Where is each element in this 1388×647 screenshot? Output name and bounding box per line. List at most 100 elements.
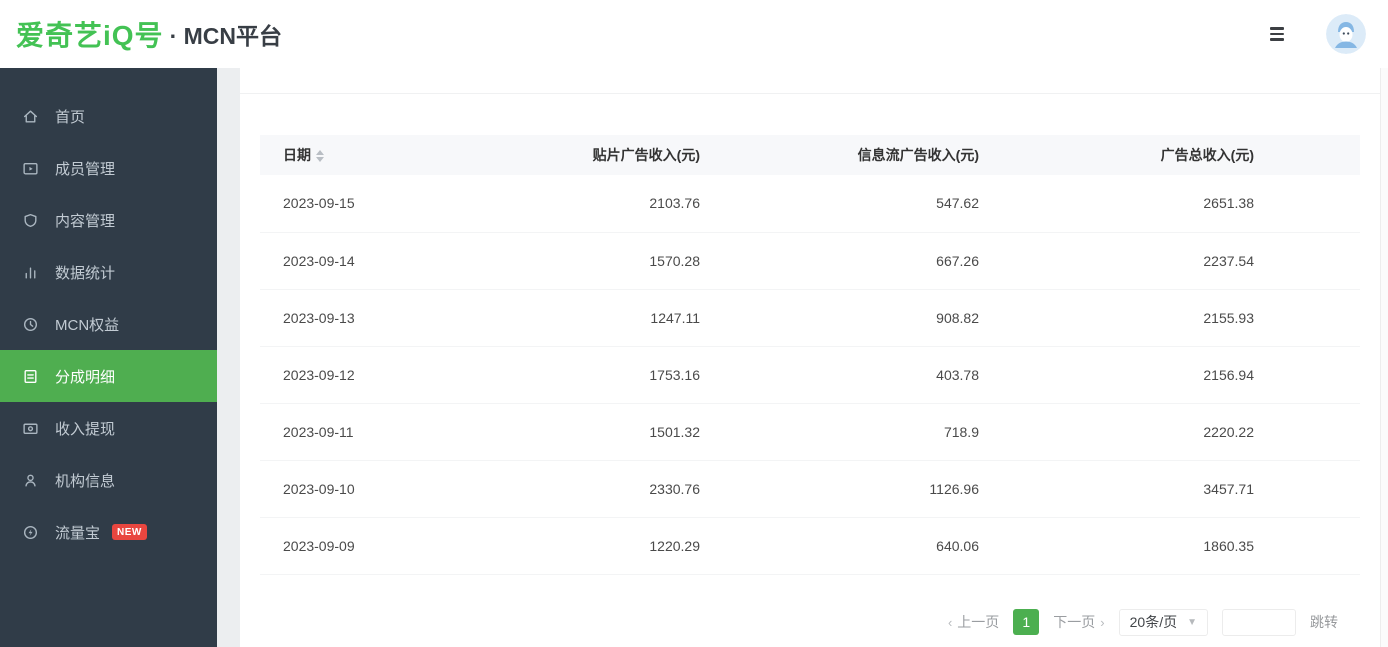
sidebar-item-label: MCN权益 bbox=[55, 314, 119, 335]
page-size-select[interactable]: 20条/页 ▼ bbox=[1119, 609, 1208, 636]
sidebar-item-traffic[interactable]: 流量宝 NEW bbox=[0, 506, 217, 558]
cell-value: 1126.96 bbox=[755, 460, 1041, 517]
logo-suffix: · MCN平台 bbox=[170, 17, 282, 51]
cell-value: 2651.38 bbox=[1041, 175, 1360, 232]
cell-value: 1860.35 bbox=[1041, 517, 1360, 574]
next-page-label: 下一页 bbox=[1053, 612, 1095, 632]
content-icon bbox=[22, 212, 39, 229]
revenue-table-wrap: 日期 贴片广告收入(元) 信息流广告收入(元) 广告总收入(元) 2023-09-15… bbox=[260, 135, 1360, 575]
cell-date: 2023-09-15 bbox=[260, 175, 513, 232]
sidebar-item-label: 收入提现 bbox=[55, 418, 115, 439]
chevron-right-icon: › bbox=[1100, 615, 1104, 630]
sidebar-item-label: 首页 bbox=[55, 106, 85, 127]
new-badge: NEW bbox=[112, 524, 147, 540]
cell-value: 2103.76 bbox=[513, 175, 755, 232]
cell-date: 2023-09-10 bbox=[260, 460, 513, 517]
panel-top-divider bbox=[240, 68, 1380, 94]
table-row: 2023-09-152103.76547.622651.38 bbox=[260, 175, 1360, 232]
cell-value: 1570.28 bbox=[513, 232, 755, 289]
table-row: 2023-09-141570.28667.262237.54 bbox=[260, 232, 1360, 289]
clock-icon bbox=[22, 316, 39, 333]
sidebar-item-label: 数据统计 bbox=[55, 262, 115, 283]
withdraw-icon bbox=[22, 420, 39, 437]
cell-date: 2023-09-14 bbox=[260, 232, 513, 289]
sidebar-item-label: 流量宝 bbox=[55, 522, 100, 543]
cell-value: 403.78 bbox=[755, 346, 1041, 403]
sidebar-item-label: 分成明细 bbox=[55, 366, 115, 387]
cell-value: 640.06 bbox=[755, 517, 1041, 574]
sidebar-item-clock[interactable]: MCN权益 bbox=[0, 298, 217, 350]
cell-value: 2155.93 bbox=[1041, 289, 1360, 346]
sidebar-item-org[interactable]: 机构信息 bbox=[0, 454, 217, 506]
detail-icon bbox=[22, 368, 39, 385]
sidebar-item-content[interactable]: 内容管理 bbox=[0, 194, 217, 246]
table-row: 2023-09-091220.29640.061860.35 bbox=[260, 517, 1360, 574]
current-page-button[interactable]: 1 bbox=[1013, 609, 1039, 635]
column-header: 贴片广告收入(元) bbox=[513, 135, 755, 175]
column-header-label: 信息流广告收入(元) bbox=[858, 147, 979, 163]
jump-label: 跳转 bbox=[1310, 612, 1338, 632]
chevron-down-icon: ▼ bbox=[1187, 617, 1197, 628]
stats-icon bbox=[22, 264, 39, 281]
table-row: 2023-09-131247.11908.822155.93 bbox=[260, 289, 1360, 346]
logo: 爱奇艺iQ号 · MCN平台 bbox=[16, 14, 282, 54]
scrollbar[interactable] bbox=[1380, 68, 1388, 647]
prev-page-label: 上一页 bbox=[957, 612, 999, 632]
app-window: 爱奇艺iQ号 · MCN平台 首页成员管理内容管理数据统计 MCN权益分成明细收入… bbox=[0, 0, 1388, 647]
column-header-label: 贴片广告收入(元) bbox=[593, 147, 700, 163]
page-size-value: 20条/页 bbox=[1130, 612, 1177, 632]
logo-brand: 爱奇艺iQ号 bbox=[16, 14, 164, 54]
sidebar-item-stats[interactable]: 数据统计 bbox=[0, 246, 217, 298]
sidebar-item-label: 内容管理 bbox=[55, 210, 115, 231]
cell-date: 2023-09-11 bbox=[260, 403, 513, 460]
chevron-left-icon: ‹ bbox=[948, 615, 952, 630]
column-header[interactable]: 日期 bbox=[260, 135, 513, 175]
revenue-table: 日期 贴片广告收入(元) 信息流广告收入(元) 广告总收入(元) 2023-09-15… bbox=[260, 135, 1360, 575]
table-row: 2023-09-102330.761126.963457.71 bbox=[260, 460, 1360, 517]
cell-date: 2023-09-13 bbox=[260, 289, 513, 346]
traffic-icon bbox=[22, 524, 39, 541]
mascot-avatar-icon bbox=[1326, 14, 1366, 54]
sort-icon[interactable] bbox=[316, 150, 324, 162]
cell-value: 908.82 bbox=[755, 289, 1041, 346]
sidebar-nav: 首页成员管理内容管理数据统计 MCN权益分成明细收入提现机构信息流量宝 NEW bbox=[0, 90, 217, 558]
cell-value: 2156.94 bbox=[1041, 346, 1360, 403]
cell-value: 718.9 bbox=[755, 403, 1041, 460]
sidebar-item-home[interactable]: 首页 bbox=[0, 90, 217, 142]
cell-value: 3457.71 bbox=[1041, 460, 1360, 517]
user-avatar[interactable] bbox=[1326, 14, 1366, 54]
column-header: 信息流广告收入(元) bbox=[755, 135, 1041, 175]
topbar-right bbox=[1266, 14, 1366, 54]
cell-value: 667.26 bbox=[755, 232, 1041, 289]
pagination: ‹ 上一页 1 下一页 › 20条/页 ▼ 跳转 bbox=[240, 609, 1338, 636]
cell-value: 1247.11 bbox=[513, 289, 755, 346]
sidebar-item-detail[interactable]: 分成明细 bbox=[0, 350, 217, 402]
top-header: 爱奇艺iQ号 · MCN平台 bbox=[0, 0, 1388, 68]
org-icon bbox=[22, 472, 39, 489]
sidebar: 首页成员管理内容管理数据统计 MCN权益分成明细收入提现机构信息流量宝 NEW bbox=[0, 68, 217, 647]
cell-value: 1753.16 bbox=[513, 346, 755, 403]
cell-value: 1220.29 bbox=[513, 517, 755, 574]
cell-value: 2220.22 bbox=[1041, 403, 1360, 460]
cell-value: 2237.54 bbox=[1041, 232, 1360, 289]
content-area: 日期 贴片广告收入(元) 信息流广告收入(元) 广告总收入(元) 2023-09-15… bbox=[217, 68, 1388, 647]
column-header-label: 日期 bbox=[283, 147, 311, 163]
column-header-label: 广告总收入(元) bbox=[1161, 147, 1254, 163]
content-panel: 日期 贴片广告收入(元) 信息流广告收入(元) 广告总收入(元) 2023-09-15… bbox=[240, 68, 1380, 647]
cell-date: 2023-09-09 bbox=[260, 517, 513, 574]
table-row: 2023-09-121753.16403.782156.94 bbox=[260, 346, 1360, 403]
cell-value: 2330.76 bbox=[513, 460, 755, 517]
cell-value: 1501.32 bbox=[513, 403, 755, 460]
cell-date: 2023-09-12 bbox=[260, 346, 513, 403]
column-header: 广告总收入(元) bbox=[1041, 135, 1360, 175]
next-page-button[interactable]: 下一页 › bbox=[1053, 612, 1104, 632]
home-icon bbox=[22, 108, 39, 125]
jump-page-input[interactable] bbox=[1222, 609, 1296, 636]
sidebar-item-withdraw[interactable]: 收入提现 bbox=[0, 402, 217, 454]
sidebar-item-label: 成员管理 bbox=[55, 158, 115, 179]
sidebar-item-member[interactable]: 成员管理 bbox=[0, 142, 217, 194]
menu-icon[interactable] bbox=[1266, 23, 1288, 44]
table-row: 2023-09-111501.32718.92220.22 bbox=[260, 403, 1360, 460]
cell-value: 547.62 bbox=[755, 175, 1041, 232]
prev-page-button[interactable]: ‹ 上一页 bbox=[948, 612, 999, 632]
